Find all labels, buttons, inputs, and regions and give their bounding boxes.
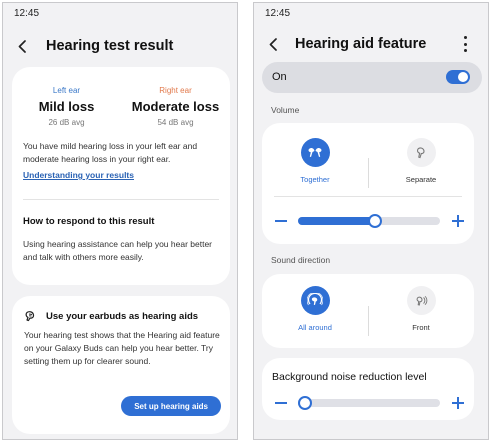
noise-slider-track[interactable] [298,396,440,410]
back-arrow-icon [18,39,26,53]
test-summary-card: Left ear Mild loss 26 dB avg Right ear M… [12,67,230,285]
status-time: 12:45 [14,8,40,19]
left-ear-avg: 26 dB avg [48,118,85,127]
noise-reduction-slider[interactable] [275,395,464,411]
earbuds-card-header: Use your earbuds as hearing aids [24,310,198,322]
volume-slider-thumb[interactable] [367,214,382,228]
right-ear-avg: 54 dB avg [157,118,194,127]
respond-title: How to respond to this result [23,216,155,227]
result-description: You have mild hearing loss in your left … [23,141,198,164]
sound-direction-card: All around Front [262,274,474,348]
left-ear-result: Left ear Mild loss 26 dB avg [12,86,121,127]
together-label: Together [300,175,330,184]
sound-direction-options: All around Front [262,286,474,336]
back-arrow-icon [269,37,277,51]
sound-direction-section-label: Sound direction [271,255,331,265]
all-around-label: All around [298,323,332,332]
option-divider [368,158,369,188]
noise-reduction-title: Background noise reduction level [272,371,427,383]
volume-mode-options: Together Separate [262,138,474,188]
ear-results: Left ear Mild loss 26 dB avg Right ear M… [12,86,230,127]
volume-card: Together Separate [262,123,474,244]
right-ear-level: Moderate loss [131,99,220,114]
earbuds-hearing-aid-card: Use your earbuds as hearing aids Your he… [12,296,230,434]
separate-label: Separate [405,175,437,184]
volume-section-label: Volume [271,105,300,115]
understanding-results-link[interactable]: Understanding your results [23,170,134,180]
hearing-aid-feature-screen: 12:45 Hearing aid feature On Volume Toge… [253,2,489,440]
master-toggle-row[interactable]: On [262,62,482,93]
earbud-icon [25,311,35,322]
divider [23,199,219,200]
all-around-icon [307,292,323,305]
back-button[interactable] [18,39,30,53]
earbuds-card-title: Use your earbuds as hearing aids [46,310,199,322]
back-button[interactable] [269,37,281,51]
hearing-test-result-screen: 12:45 Hearing test result Left ear Mild … [2,2,238,440]
noise-increase-icon[interactable] [452,397,464,409]
status-time: 12:45 [265,8,291,19]
noise-reduction-card: Background noise reduction level [262,358,474,420]
volume-slider[interactable] [275,213,464,229]
top-bar: Hearing test result [3,31,237,61]
page-title: Hearing aid feature [295,36,427,52]
volume-increase-icon[interactable] [452,215,464,227]
respond-body: Using hearing assistance can help you he… [23,239,213,262]
master-toggle-label: On [272,71,287,83]
together-earbuds-icon [308,147,322,157]
separate-earbuds-icon [416,146,425,158]
option-divider [368,306,369,336]
front-label: Front [412,323,430,332]
toggle-knob [458,72,468,82]
divider [274,196,462,197]
right-ear-result: Right ear Moderate loss 54 dB avg [121,86,230,127]
left-ear-label: Left ear [52,86,81,95]
separate-button[interactable] [406,138,436,167]
volume-option-together[interactable]: Together [262,138,368,188]
all-around-button[interactable] [300,286,330,315]
noise-decrease-icon[interactable] [275,402,287,404]
left-ear-level: Mild loss [38,99,95,114]
set-up-hearing-aids-button[interactable]: Set up hearing aids [121,396,221,416]
together-button[interactable] [300,138,330,167]
noise-slider-thumb[interactable] [298,396,312,410]
earbuds-card-body: Your hearing test shows that the Hearing… [24,330,220,366]
volume-slider-track[interactable] [298,214,440,228]
volume-slider-fill [298,217,375,225]
front-icon [416,295,428,306]
page-title: Hearing test result [46,38,174,54]
direction-option-front[interactable]: Front [368,286,474,336]
front-button[interactable] [406,286,436,315]
top-bar: Hearing aid feature [254,29,488,59]
volume-option-separate[interactable]: Separate [368,138,474,188]
right-ear-label: Right ear [159,86,192,95]
more-options-icon[interactable] [464,36,468,52]
direction-option-all-around[interactable]: All around [262,286,368,336]
volume-decrease-icon[interactable] [275,220,287,222]
master-toggle-switch[interactable] [446,70,470,84]
